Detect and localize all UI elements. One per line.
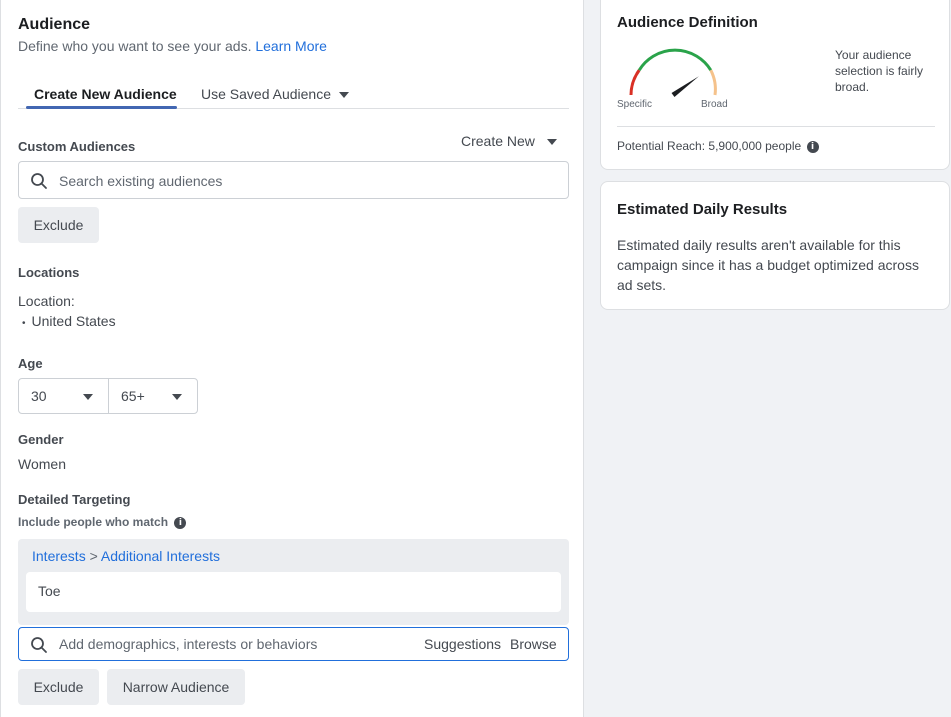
gauge-specific-label: Specific xyxy=(617,99,653,110)
targeting-group: Interests > Additional Interests Toe xyxy=(18,539,569,625)
bullet: • xyxy=(22,318,26,329)
info-icon[interactable]: i xyxy=(806,140,819,153)
audience-subtitle: Define who you want to see your ads. Lea… xyxy=(18,38,327,54)
gauge-middle-segment xyxy=(637,48,713,71)
detailed-targeting-label: Detailed Targeting xyxy=(18,492,131,507)
breadcrumb-interests[interactable]: Interests xyxy=(32,548,86,564)
age-min-select[interactable]: 30 xyxy=(18,378,109,414)
search-icon xyxy=(31,637,47,653)
definition-divider xyxy=(617,126,935,127)
targeting-search-placeholder: Add demographics, interests or behaviors xyxy=(59,636,318,652)
audience-gauge xyxy=(629,48,717,98)
learn-more-link[interactable]: Learn More xyxy=(255,38,327,54)
create-new-label: Create New xyxy=(461,133,535,149)
chevron-down-icon xyxy=(172,394,182,400)
interest-item[interactable]: Toe xyxy=(26,572,561,612)
exclude-targeting-button[interactable]: Exclude xyxy=(18,669,99,705)
daily-results-title: Estimated Daily Results xyxy=(617,201,788,218)
tab-use-saved-audience-label: Use Saved Audience xyxy=(201,86,331,102)
location-item: • United States xyxy=(22,313,116,329)
chevron-down-icon xyxy=(338,92,349,99)
audience-definition-title: Audience Definition xyxy=(617,14,758,31)
active-tab-indicator xyxy=(26,106,177,109)
search-placeholder: Search existing audiences xyxy=(59,173,223,189)
search-icon xyxy=(31,173,47,189)
locations-label: Locations xyxy=(18,265,80,280)
gauge-needle xyxy=(671,76,699,98)
estimated-daily-results-card: Estimated Daily Results Estimated daily … xyxy=(600,181,950,310)
suggestions-link[interactable]: Suggestions xyxy=(424,636,501,652)
custom-audience-search-input[interactable]: Search existing audiences xyxy=(18,161,569,199)
breadcrumb-additional-interests[interactable]: Additional Interests xyxy=(101,548,220,564)
potential-reach-value: 5,900,000 people xyxy=(708,139,802,153)
age-max-select[interactable]: 65+ xyxy=(108,378,198,414)
exclude-custom-audience-button[interactable]: Exclude xyxy=(18,207,99,243)
info-icon[interactable]: i xyxy=(174,516,187,529)
narrow-audience-button[interactable]: Narrow Audience xyxy=(107,669,245,705)
audience-definition-card: Audience Definition Specific Broad Your … xyxy=(600,0,950,170)
chevron-down-icon xyxy=(546,139,557,146)
potential-reach-label: Potential Reach: xyxy=(617,139,706,153)
age-max-value: 65+ xyxy=(121,388,145,404)
gauge-broad-label: Broad xyxy=(701,99,728,110)
browse-link[interactable]: Browse xyxy=(510,636,557,652)
targeting-search-input[interactable]: Add demographics, interests or behaviors… xyxy=(18,627,569,661)
chevron-down-icon xyxy=(83,394,93,400)
include-match-label: Include people who match i xyxy=(18,515,187,529)
gauge-broad-segment xyxy=(709,69,717,96)
tab-use-saved-audience[interactable]: Use Saved Audience xyxy=(201,86,349,102)
audience-panel: Audience Define who you want to see your… xyxy=(0,0,584,717)
audience-title: Audience xyxy=(18,16,91,33)
interest-breadcrumb: Interests > Additional Interests xyxy=(32,548,220,564)
interest-label: Toe xyxy=(38,583,61,599)
audience-subtitle-text: Define who you want to see your ads. xyxy=(18,38,252,54)
location-label: Location: xyxy=(18,293,75,309)
potential-reach: Potential Reach: 5,900,000 people i xyxy=(617,139,819,153)
tab-create-new-audience[interactable]: Create New Audience xyxy=(34,86,177,102)
gauge-specific-segment xyxy=(629,69,641,96)
daily-results-description: Estimated daily results aren't available… xyxy=(617,237,919,293)
breadcrumb-separator: > xyxy=(89,548,98,564)
age-min-value: 30 xyxy=(31,388,47,404)
gender-label: Gender xyxy=(18,432,64,447)
audience-breadth-description: Your audience selection is fairly broad. xyxy=(835,48,924,94)
create-new-dropdown[interactable]: Create New xyxy=(461,133,557,149)
age-label: Age xyxy=(18,356,43,371)
include-match-text: Include people who match xyxy=(18,515,169,529)
gender-value: Women xyxy=(18,456,66,472)
custom-audiences-label: Custom Audiences xyxy=(18,139,136,154)
location-value: United States xyxy=(31,313,116,329)
